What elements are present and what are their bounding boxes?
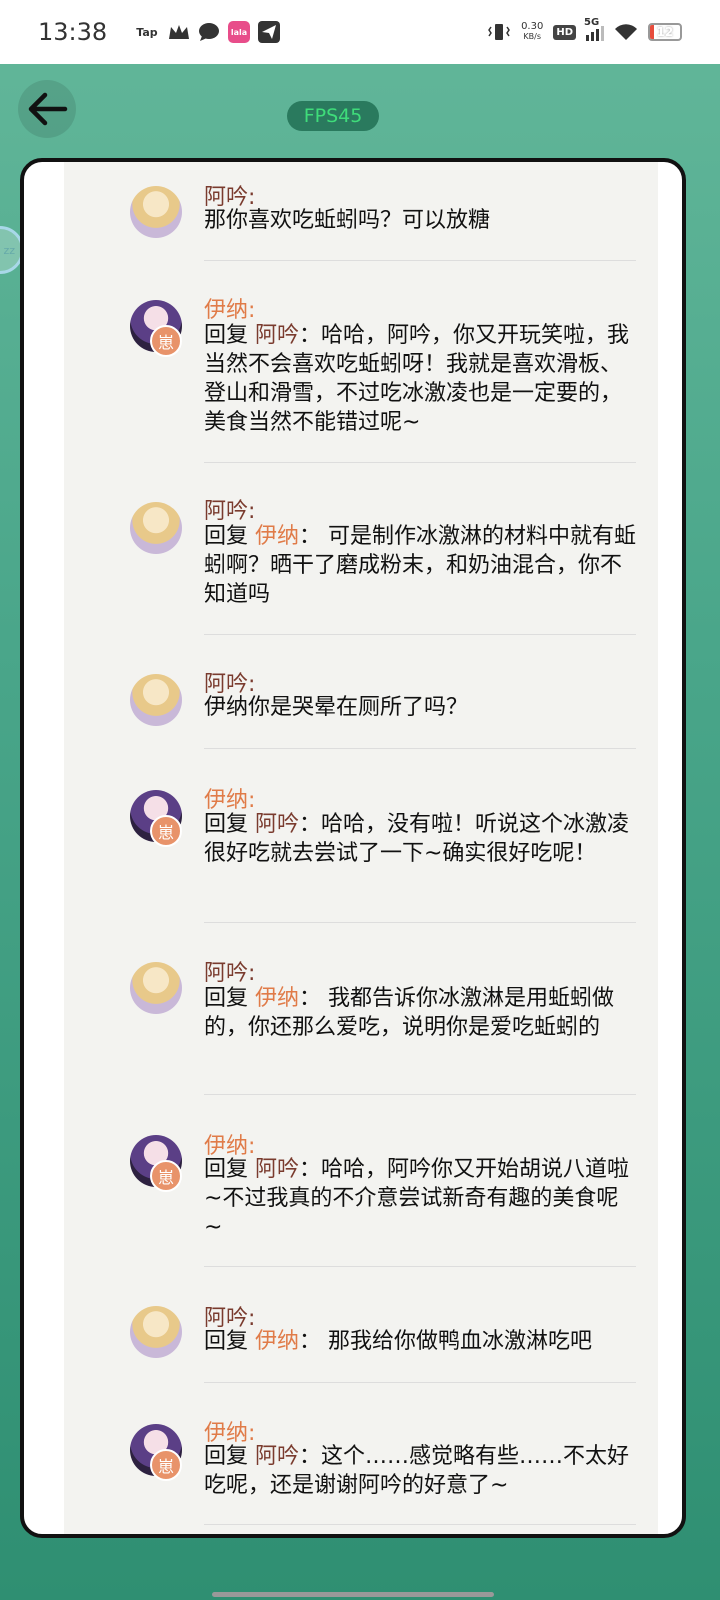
- avatar[interactable]: [130, 962, 182, 1014]
- vibrate-icon: [488, 24, 510, 40]
- reply-target-link[interactable]: 阿吟: [255, 323, 299, 348]
- divider: [204, 1266, 636, 1267]
- avatar-badge: 崽: [150, 325, 182, 357]
- message-text: 回复 阿吟：哈哈，没有啦！听说这个冰激凌很好吃就去尝试了一下~确实很好吃呢！: [204, 812, 630, 866]
- message-text: 回复 伊纳： 我都告诉你冰激淋是用蚯蚓做的，你还那么爱吃，说明你是爱吃蚯蚓的: [204, 986, 615, 1040]
- hd-badge: HD: [553, 24, 576, 40]
- divider: [204, 634, 636, 635]
- cellular-signal-icon: 5G: [584, 17, 604, 41]
- fps-badge: FPS45: [287, 101, 379, 131]
- message-text: 回复 阿吟：哈哈，阿吟你又开始胡说八道啦~不过我真的不介意尝试新奇有趣的美食呢~: [204, 1157, 630, 1240]
- status-time: 13:38: [38, 18, 108, 46]
- divider: [204, 922, 636, 923]
- reply-target-link[interactable]: 伊纳: [255, 986, 299, 1011]
- chat-list[interactable]: 阿吟: 那你喜欢吃蚯蚓吗？可以放糖 崽 伊纳: 回复 阿吟：哈哈，阿吟，你又开玩…: [64, 162, 658, 1534]
- back-button[interactable]: [18, 80, 76, 138]
- avatar-badge: 崽: [150, 1160, 182, 1192]
- net-speed: 0.30 KB/s: [521, 21, 544, 42]
- chat-bubble-icon: [199, 23, 219, 41]
- message-text: 回复 阿吟：哈哈，阿吟，你又开玩笑啦，我当然不会喜欢吃蚯蚓呀！我就是喜欢滑板、登…: [204, 323, 630, 435]
- arrow-left-icon: [28, 92, 68, 126]
- message-text: 回复 阿吟：这个……感觉略有些……不太好吃呢，还是谢谢阿吟的好意了~: [204, 1444, 630, 1498]
- reply-target-link[interactable]: 伊纳: [255, 524, 299, 549]
- message-text: 回复 伊纳： 可是制作冰激淋的材料中就有蚯蚓啊？晒干了磨成粉末，和奶油混合，你不…: [204, 524, 637, 607]
- avatar[interactable]: [130, 1306, 182, 1358]
- status-right: 0.30 KB/s HD 5G 12: [487, 17, 682, 42]
- avatar[interactable]: [130, 674, 182, 726]
- divider: [204, 1382, 636, 1383]
- avatar-badge: 崽: [150, 1449, 182, 1481]
- lala-app-icon: lala: [228, 21, 250, 43]
- send-icon: [258, 21, 280, 43]
- home-indicator[interactable]: [212, 1592, 494, 1597]
- status-bar: 13:38 Tap lala 0.30 KB/s HD 5G 12: [0, 0, 720, 64]
- divider: [204, 748, 636, 749]
- crown-icon: [169, 25, 189, 39]
- status-app-icons: Tap lala: [134, 21, 280, 43]
- sender-name: 阿吟:: [204, 961, 256, 986]
- battery-icon: 12: [648, 23, 682, 41]
- divider: [204, 1524, 636, 1525]
- avatar[interactable]: [130, 502, 182, 554]
- wifi-icon: [615, 24, 637, 40]
- divider: [204, 462, 636, 463]
- divider: [204, 1094, 636, 1095]
- message-text: 那你喜欢吃蚯蚓吗？可以放糖: [204, 208, 491, 233]
- tap-app-icon: Tap: [136, 25, 158, 39]
- reply-target-link[interactable]: 阿吟: [255, 1444, 299, 1469]
- reply-target-link[interactable]: 阿吟: [255, 1157, 299, 1182]
- avatar[interactable]: [130, 186, 182, 238]
- reply-target-link[interactable]: 伊纳: [255, 1329, 299, 1354]
- message-text: 回复 伊纳： 那我给你做鸭血冰激淋吃吧: [204, 1329, 593, 1354]
- chat-card: 阿吟: 那你喜欢吃蚯蚓吗？可以放糖 崽 伊纳: 回复 阿吟：哈哈，阿吟，你又开玩…: [20, 158, 686, 1538]
- sender-name: 伊纳:: [204, 298, 256, 323]
- reply-target-link[interactable]: 阿吟: [255, 812, 299, 837]
- sender-name: 阿吟:: [204, 499, 256, 524]
- divider: [204, 260, 636, 261]
- avatar-badge: 崽: [150, 815, 182, 847]
- message-text: 伊纳你是哭晕在厕所了吗？: [204, 695, 469, 720]
